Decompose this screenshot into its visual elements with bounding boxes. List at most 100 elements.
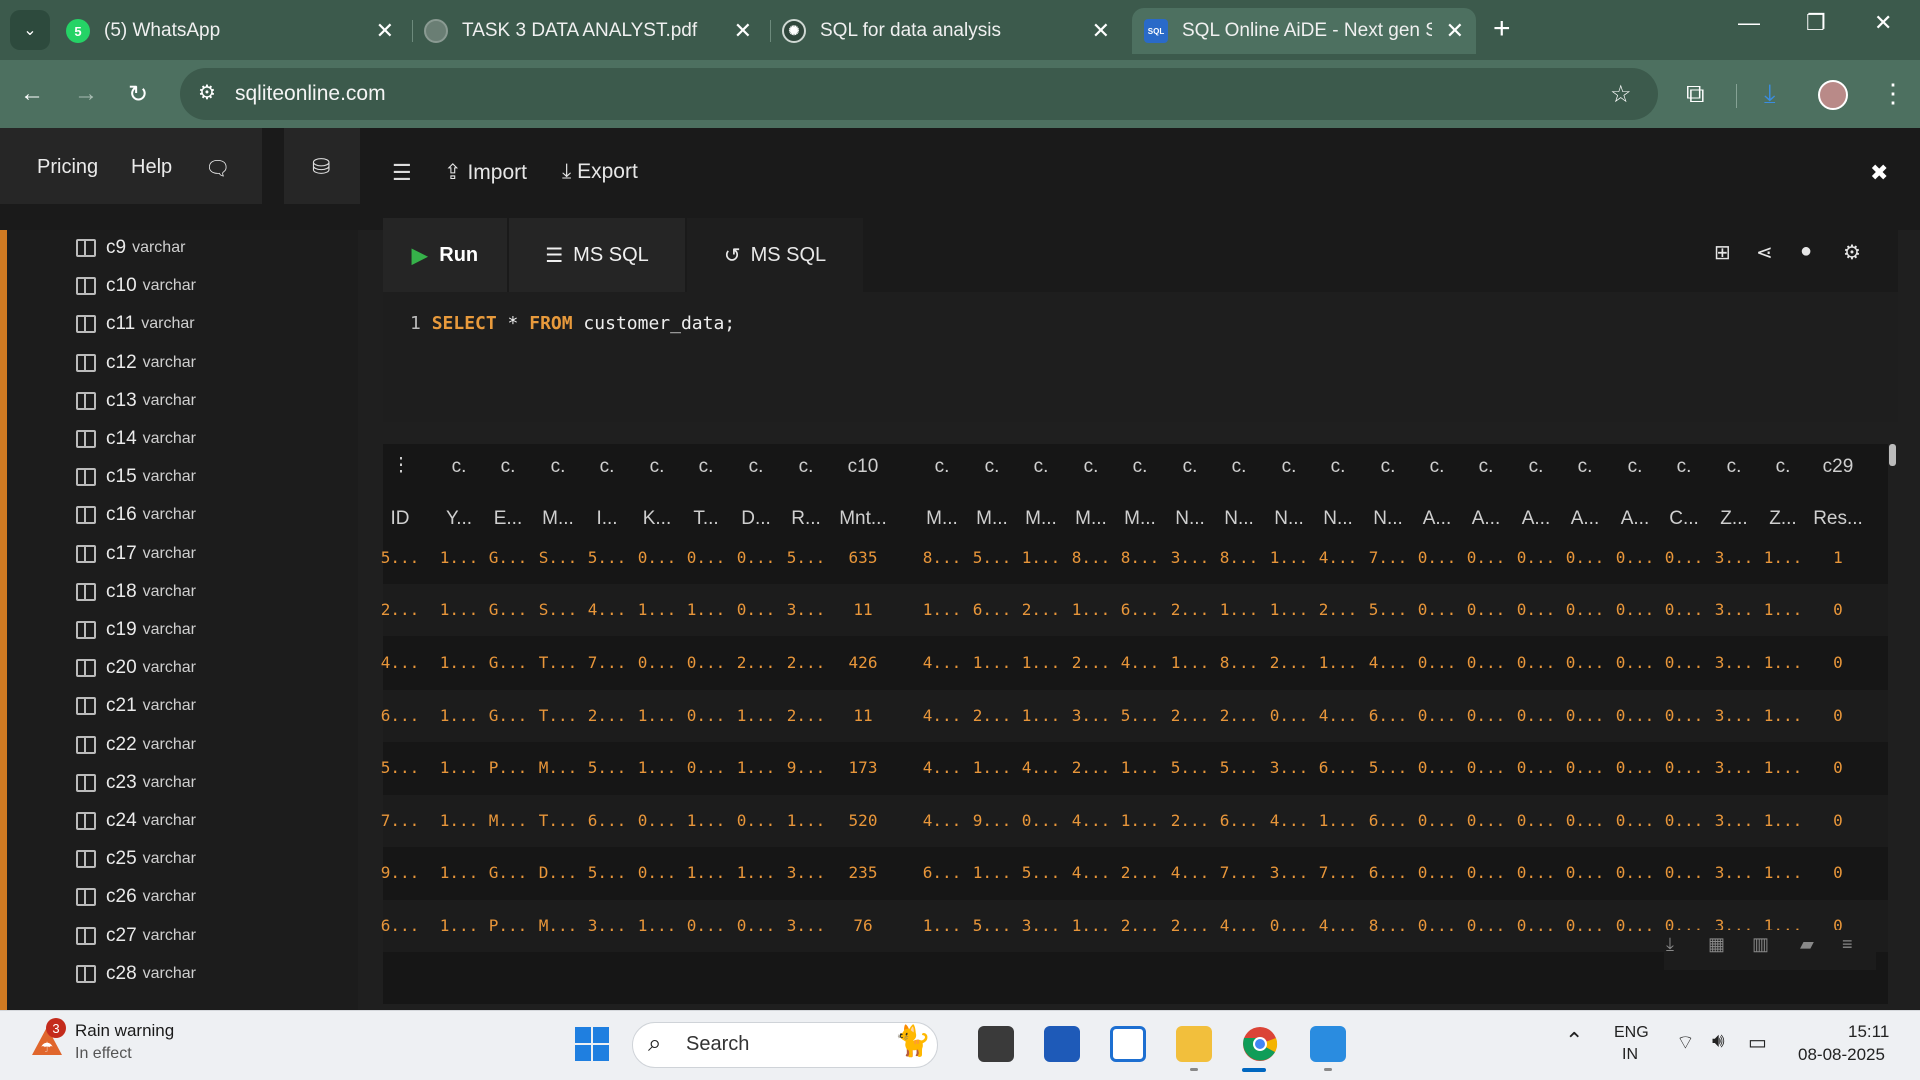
tray-chevron-up-icon[interactable]: ⌃ bbox=[1565, 1028, 1583, 1054]
help-link[interactable]: Help bbox=[131, 156, 172, 179]
column-subheader[interactable]: M... bbox=[1067, 508, 1115, 530]
table-cell[interactable]: 4... bbox=[1314, 548, 1362, 567]
column-header[interactable]: c. bbox=[682, 456, 730, 478]
table-cell[interactable]: 2... bbox=[1265, 653, 1313, 672]
app-window-icon[interactable] bbox=[1110, 1026, 1146, 1062]
export-button[interactable]: ⤓ Export bbox=[562, 160, 638, 184]
table-cell[interactable]: 2... bbox=[1215, 706, 1263, 725]
back-arrow-icon[interactable]: ← bbox=[20, 80, 44, 108]
table-cell[interactable]: 635 bbox=[823, 548, 903, 567]
sidebar-column-3[interactable]: c12 varchar bbox=[76, 344, 196, 382]
table-cell[interactable]: 0... bbox=[1512, 863, 1560, 882]
tab-task3-pdf[interactable]: TASK 3 DATA ANALYST.pdf ✕ bbox=[424, 8, 764, 54]
battery-icon[interactable]: ▭ bbox=[1748, 1030, 1767, 1055]
table-cell[interactable]: 9... bbox=[376, 863, 424, 882]
table-cell[interactable]: G... bbox=[484, 548, 532, 567]
table-cell[interactable]: 0... bbox=[1462, 758, 1510, 777]
table-cell[interactable]: 1... bbox=[1314, 653, 1362, 672]
tab-search-chevron-icon[interactable]: ⌄ bbox=[10, 10, 50, 50]
column-subheader[interactable]: I... bbox=[583, 508, 631, 530]
column-header[interactable]: c. bbox=[1462, 456, 1510, 478]
table-cell[interactable]: 1... bbox=[918, 600, 966, 619]
table-cell[interactable]: 1... bbox=[682, 863, 730, 882]
column-subheader[interactable]: Res... bbox=[1798, 508, 1878, 530]
table-cell[interactable]: 0... bbox=[682, 706, 730, 725]
column-header[interactable]: c. bbox=[1017, 456, 1065, 478]
table-cell[interactable]: 5... bbox=[376, 548, 424, 567]
omnibox[interactable] bbox=[180, 68, 1658, 120]
table-cell[interactable]: 0... bbox=[1462, 653, 1510, 672]
table-cell[interactable]: 5... bbox=[583, 863, 631, 882]
profile-avatar[interactable] bbox=[1818, 80, 1848, 110]
table-cell[interactable]: 1... bbox=[682, 600, 730, 619]
table-cell[interactable]: G... bbox=[484, 600, 532, 619]
table-cell[interactable]: 0... bbox=[682, 548, 730, 567]
table-cell[interactable]: 4... bbox=[918, 706, 966, 725]
table-cell[interactable]: 76 bbox=[823, 916, 903, 935]
column-header[interactable]: c. bbox=[1314, 456, 1362, 478]
task-view-icon[interactable] bbox=[978, 1026, 1014, 1062]
table-cell[interactable]: 3... bbox=[1710, 653, 1758, 672]
table-cell[interactable]: 4... bbox=[1364, 653, 1412, 672]
column-header[interactable]: c. bbox=[633, 456, 681, 478]
table-cell[interactable]: 0... bbox=[1462, 916, 1510, 935]
table-cell[interactable]: 8... bbox=[1067, 548, 1115, 567]
table-cell[interactable]: 1 bbox=[1798, 548, 1878, 567]
column-header[interactable]: c. bbox=[732, 456, 780, 478]
table-cell[interactable]: 4... bbox=[918, 758, 966, 777]
table-cell[interactable]: 0... bbox=[1512, 811, 1560, 830]
tab-close-icon[interactable]: ✕ bbox=[734, 18, 752, 44]
table-cell[interactable]: 1... bbox=[1017, 548, 1065, 567]
table-cell[interactable]: 0... bbox=[1660, 600, 1708, 619]
table-cell[interactable]: 0... bbox=[1512, 548, 1560, 567]
table-cell[interactable]: 0... bbox=[1611, 916, 1659, 935]
column-subheader[interactable]: E... bbox=[484, 508, 532, 530]
table-cell[interactable]: 1... bbox=[682, 811, 730, 830]
table-cell[interactable]: 1... bbox=[633, 758, 681, 777]
column-header[interactable]: c. bbox=[1116, 456, 1164, 478]
table-cell[interactable]: S... bbox=[534, 548, 582, 567]
tab-close-icon[interactable]: ✕ bbox=[376, 18, 394, 44]
download-icon[interactable]: ⤓ bbox=[1764, 78, 1776, 110]
restore-icon[interactable]: ❐ bbox=[1806, 10, 1826, 36]
sidebar-column-12[interactable]: c21 varchar bbox=[76, 687, 196, 725]
table-cell[interactable]: 0... bbox=[1561, 811, 1609, 830]
table-cell[interactable]: P... bbox=[484, 758, 532, 777]
site-info-icon[interactable]: ⚙ bbox=[198, 80, 216, 105]
sidebar-column-7[interactable]: c16 varchar bbox=[76, 496, 196, 534]
table-cell[interactable]: 0... bbox=[1462, 863, 1510, 882]
column-header[interactable]: c. bbox=[1215, 456, 1263, 478]
table-cell[interactable]: 6... bbox=[968, 600, 1016, 619]
wifi-icon[interactable]: ⌔ bbox=[1676, 1030, 1695, 1055]
table-cell[interactable]: 0... bbox=[1561, 653, 1609, 672]
column-subheader[interactable]: D... bbox=[732, 508, 780, 530]
table-cell[interactable]: 1... bbox=[435, 863, 483, 882]
table-cell[interactable]: T... bbox=[534, 706, 582, 725]
table-cell[interactable]: 4... bbox=[1067, 811, 1115, 830]
table-cell[interactable]: 0 bbox=[1798, 653, 1878, 672]
tab-sqliteonline-active[interactable]: SQL SQL Online AiDE - Next gen SQ ✕ bbox=[1132, 8, 1476, 54]
table-cell[interactable]: 1... bbox=[968, 758, 1016, 777]
table-cell[interactable]: 0... bbox=[1660, 863, 1708, 882]
table-cell[interactable]: 0... bbox=[732, 600, 780, 619]
table-cell[interactable]: 2... bbox=[1017, 600, 1065, 619]
table-cell[interactable]: 6... bbox=[376, 706, 424, 725]
sidebar-column-19[interactable]: c28 varchar bbox=[76, 955, 196, 993]
new-tab-plus-icon[interactable]: + bbox=[1493, 12, 1511, 46]
hamburger-menu-icon[interactable]: ☰ bbox=[392, 160, 412, 186]
table-cell[interactable]: 1... bbox=[633, 600, 681, 619]
sidebar-column-11[interactable]: c20 varchar bbox=[76, 649, 196, 687]
file-explorer-icon[interactable] bbox=[1176, 1026, 1212, 1062]
table-cell[interactable]: 4... bbox=[376, 653, 424, 672]
table-cell[interactable]: 0... bbox=[1611, 863, 1659, 882]
table-cell[interactable]: 2... bbox=[376, 600, 424, 619]
table-cell[interactable]: 5... bbox=[1116, 706, 1164, 725]
table-cell[interactable]: 1... bbox=[918, 916, 966, 935]
table-cell[interactable]: 0... bbox=[1462, 811, 1510, 830]
clock-time[interactable]: 15:11 bbox=[1848, 1022, 1889, 1042]
table-cell[interactable]: 4... bbox=[1116, 653, 1164, 672]
table-cell[interactable]: 0... bbox=[633, 548, 681, 567]
table-cell[interactable]: 8... bbox=[1215, 548, 1263, 567]
table-cell[interactable]: 1... bbox=[435, 916, 483, 935]
table-cell[interactable]: 426 bbox=[823, 653, 903, 672]
